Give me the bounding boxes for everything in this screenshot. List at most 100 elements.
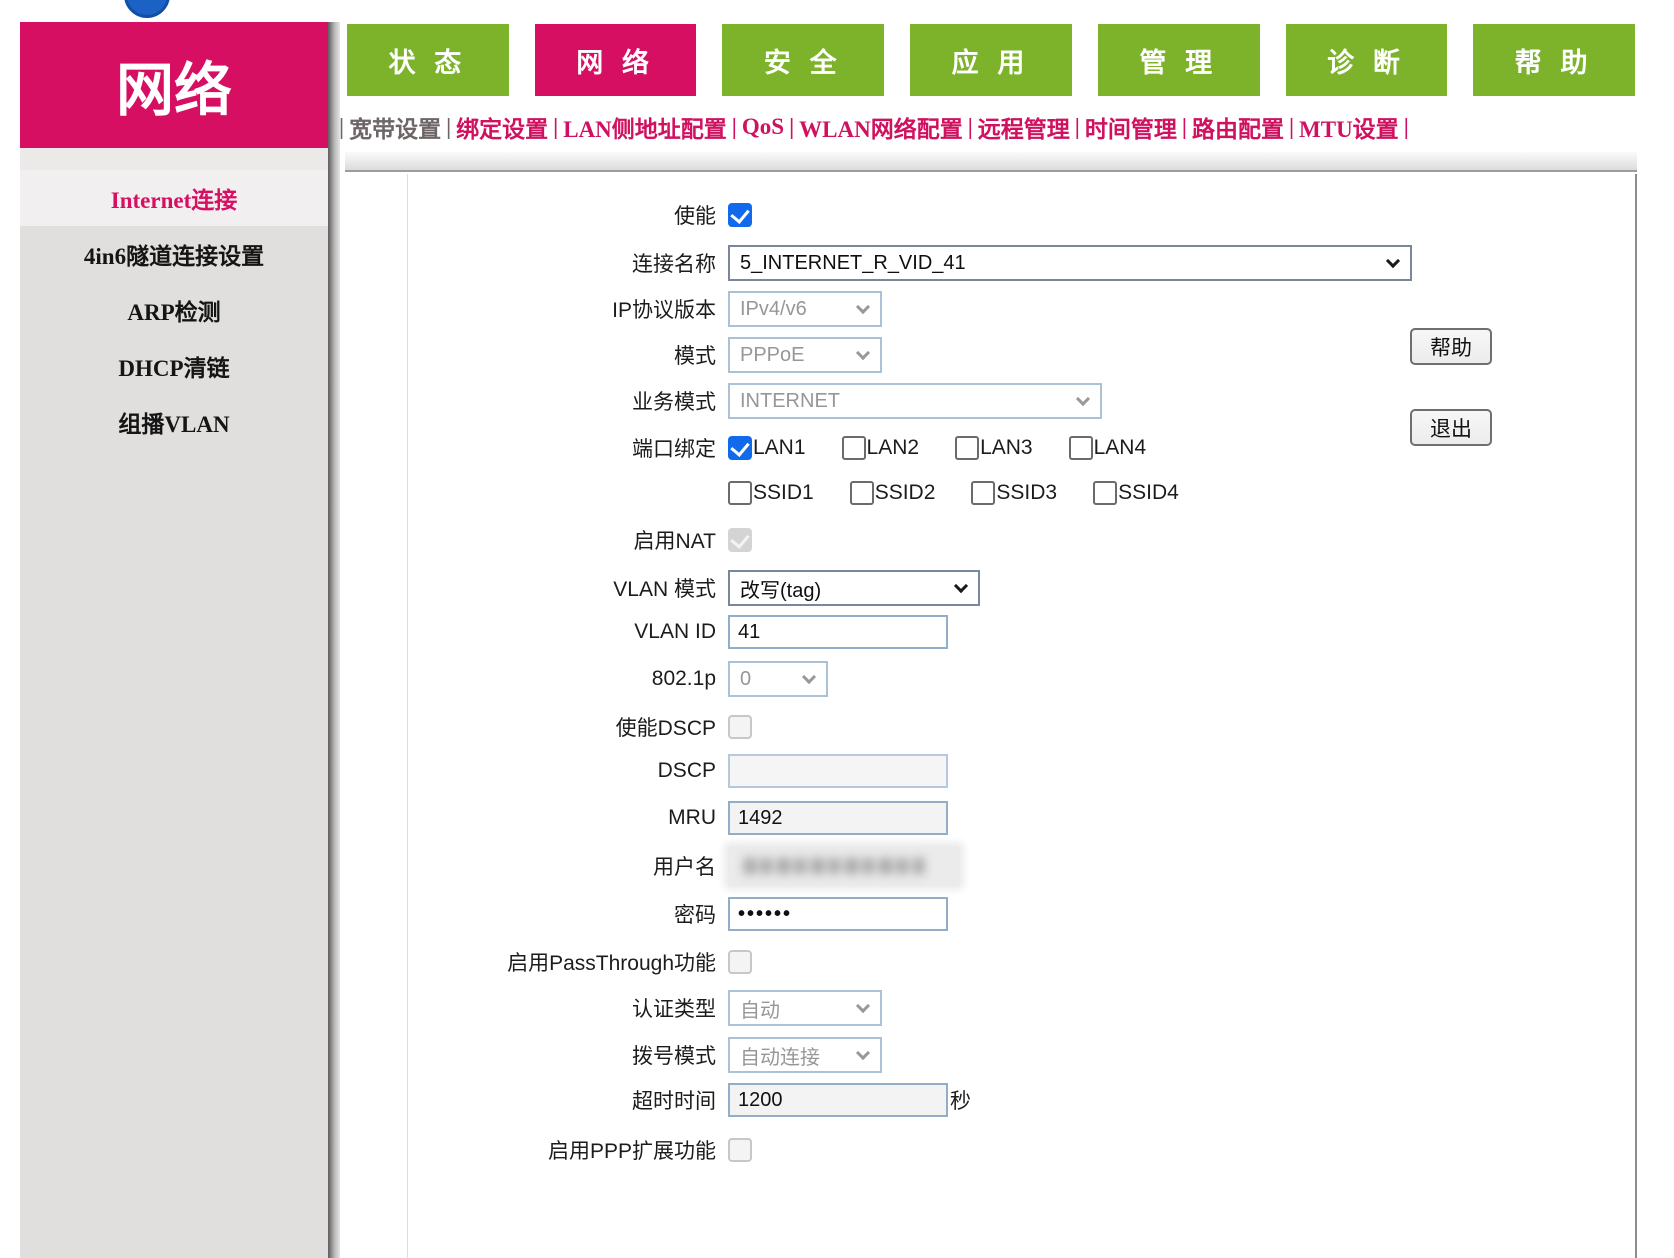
tab-diagnostics[interactable]: 诊 断	[1286, 24, 1448, 96]
ssid4-label: SSID4	[1118, 481, 1179, 505]
vlan-mode-label: VLAN 模式	[345, 573, 728, 603]
lan2-label: LAN2	[867, 436, 920, 460]
sidebar-item-multicast-vlan[interactable]: 组播VLAN	[20, 394, 328, 450]
sidebar-item-4in6-tunnel[interactable]: 4in6隧道连接设置	[20, 226, 328, 282]
sidebar-header: 网络	[20, 22, 328, 148]
subnav-item-binding-settings[interactable]: 绑定设置	[456, 110, 548, 144]
chevron-down-icon	[802, 669, 816, 683]
chevron-down-icon	[856, 998, 870, 1012]
ppp-ext-checkbox	[728, 1138, 752, 1162]
auth-type-select: 自动	[728, 990, 882, 1026]
connection-name-label: 连接名称	[345, 248, 728, 278]
connection-name-select[interactable]: 5_INTERNET_R_VID_41	[728, 245, 1412, 281]
form-row-enable: 使能	[345, 203, 1637, 227]
ssid2-label: SSID2	[875, 481, 936, 505]
exit-button[interactable]: 退出	[1410, 409, 1492, 446]
subnav-separator: |	[339, 114, 344, 140]
mru-input[interactable]	[728, 801, 948, 835]
form-row-dscp: DSCP	[345, 754, 1637, 788]
main-tab-bar: 状 态 网 络 安 全 应 用 管 理 诊 断 帮 助	[347, 24, 1635, 96]
subnav-separator: |	[789, 114, 794, 140]
subnav-item-lan-address-config[interactable]: LAN侧地址配置	[563, 110, 727, 144]
form-row-ip-version: IP协议版本 IPv4/v6	[345, 291, 1637, 327]
ssid1-label: SSID1	[753, 481, 814, 505]
ssid1-checkbox[interactable]	[728, 481, 752, 505]
subnav-item-time-management[interactable]: 时间管理	[1085, 110, 1177, 144]
lan3-label: LAN3	[980, 436, 1033, 460]
dscp-input	[728, 754, 948, 788]
tab-management[interactable]: 管 理	[1098, 24, 1260, 96]
mode-select: PPPoE	[728, 337, 882, 373]
subnav-item-broadband-settings[interactable]: 宽带设置	[349, 110, 441, 144]
dscp-enable-label: 使能DSCP	[345, 712, 728, 742]
subnav-item-wlan-config[interactable]: WLAN网络配置	[799, 110, 963, 144]
form-row-port-binding-ssid: SSID1 SSID2 SSID3 SSID4	[345, 480, 1637, 506]
help-button[interactable]: 帮助	[1410, 328, 1492, 365]
username-label: 用户名	[345, 851, 728, 881]
sidebar-item-arp-detect[interactable]: ARP检测	[20, 282, 328, 338]
dial-mode-label: 拨号模式	[345, 1040, 728, 1070]
password-input[interactable]	[728, 897, 948, 931]
subnav-item-qos[interactable]: QoS	[742, 114, 784, 140]
subnav-separator: |	[1289, 114, 1294, 140]
ip-version-value: IPv4/v6	[740, 298, 807, 321]
subnav: | 宽带设置 | 绑定设置 | LAN侧地址配置 | QoS | WLAN网络配…	[337, 110, 1637, 144]
form-row-8021p: 802.1p 0	[345, 661, 1637, 697]
lan1-checkbox[interactable]	[728, 436, 752, 460]
timeout-input[interactable]	[728, 1083, 948, 1117]
timeout-label: 超时时间	[345, 1085, 728, 1115]
form-row-auth-type: 认证类型 自动	[345, 990, 1637, 1026]
timeout-unit: 秒	[950, 1085, 971, 1115]
lan4-label: LAN4	[1094, 436, 1147, 460]
tab-security[interactable]: 安 全	[722, 24, 884, 96]
subnav-separator: |	[446, 114, 451, 140]
dial-mode-value: 自动连接	[740, 1041, 820, 1070]
lan3-checkbox[interactable]	[955, 436, 979, 460]
password-label: 密码	[345, 899, 728, 929]
sidebar-item-internet-connection[interactable]: Internet连接	[20, 170, 328, 226]
sidebar-item-dhcp[interactable]: DHCP清链	[20, 338, 328, 394]
form-row-vlan-mode: VLAN 模式 改写(tag)	[345, 570, 1637, 606]
ssid2-checkbox[interactable]	[850, 481, 874, 505]
subnav-separator: |	[553, 114, 558, 140]
enable-label: 使能	[345, 200, 728, 230]
form-row-mru: MRU	[345, 801, 1637, 835]
8021p-label: 802.1p	[345, 667, 728, 691]
tab-status[interactable]: 状 态	[347, 24, 509, 96]
subnav-separator: |	[968, 114, 973, 140]
ip-version-label: IP协议版本	[345, 294, 728, 324]
sidebar-spacer	[20, 148, 328, 170]
logo-icon	[124, 0, 170, 18]
dial-mode-select: 自动连接	[728, 1037, 882, 1073]
tab-network[interactable]: 网 络	[535, 24, 697, 96]
dscp-label: DSCP	[345, 759, 728, 783]
subnav-item-remote-management[interactable]: 远程管理	[978, 110, 1070, 144]
tab-help[interactable]: 帮 助	[1473, 24, 1635, 96]
sidebar: 网络 Internet连接 4in6隧道连接设置 ARP检测 DHCP清链 组播…	[20, 22, 328, 1258]
enable-checkbox[interactable]	[728, 203, 752, 227]
subnav-separator: |	[732, 114, 737, 140]
service-mode-select: INTERNET	[728, 383, 1102, 419]
chevron-down-icon	[856, 345, 870, 359]
form-row-dial-mode: 拨号模式 自动连接	[345, 1037, 1637, 1073]
username-redacted-value[interactable]	[728, 846, 960, 886]
subnav-item-routing-config[interactable]: 路由配置	[1192, 110, 1284, 144]
auth-type-label: 认证类型	[345, 993, 728, 1023]
subnav-separator: |	[1075, 114, 1080, 140]
ppp-ext-label: 启用PPP扩展功能	[345, 1135, 728, 1165]
passthrough-checkbox	[728, 950, 752, 974]
lan4-checkbox[interactable]	[1069, 436, 1093, 460]
lan2-checkbox[interactable]	[842, 436, 866, 460]
form-row-vlan-id: VLAN ID	[345, 615, 1637, 649]
form-row-connection-name: 连接名称 5_INTERNET_R_VID_41	[345, 245, 1637, 281]
subnav-item-mtu-settings[interactable]: MTU设置	[1299, 110, 1399, 144]
ssid3-checkbox[interactable]	[971, 481, 995, 505]
lan1-label: LAN1	[753, 436, 806, 460]
chevron-down-icon	[856, 1045, 870, 1059]
tab-application[interactable]: 应 用	[910, 24, 1072, 96]
vlan-mode-select[interactable]: 改写(tag)	[728, 570, 980, 606]
nat-label: 启用NAT	[345, 525, 728, 555]
vlan-id-input[interactable]	[728, 615, 948, 649]
chevron-down-icon	[1076, 391, 1090, 405]
ssid4-checkbox[interactable]	[1093, 481, 1117, 505]
